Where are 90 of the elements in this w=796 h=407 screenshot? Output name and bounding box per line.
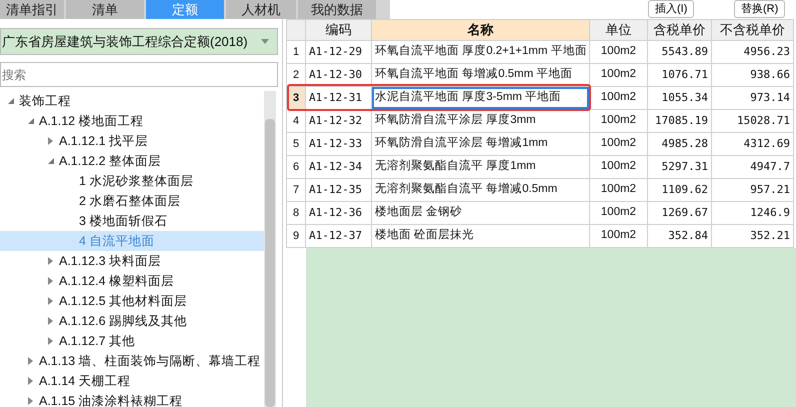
tree-item[interactable]: 1 水泥砂浆整体面层	[79, 172, 194, 190]
table-cell: 100m2	[590, 132, 648, 156]
row-number[interactable]: 7	[286, 178, 306, 202]
caret-right-icon[interactable]	[26, 357, 34, 365]
column-header[interactable]: 含税单价	[648, 20, 712, 40]
table-cell: 938.66	[712, 64, 794, 86]
scrollbar[interactable]	[264, 91, 276, 407]
table-cell: 957.21	[712, 178, 794, 202]
column-header[interactable]: 不含税单价	[712, 20, 794, 40]
table-cell: 4956.23	[712, 40, 794, 64]
caret-right-icon[interactable]	[46, 337, 54, 345]
column-header[interactable]: 名称	[372, 20, 590, 40]
table-cell: 4312.69	[712, 132, 794, 156]
table-cell: 5297.31	[648, 156, 712, 178]
caret-right-icon[interactable]	[46, 137, 54, 145]
table-cell: 100m2	[590, 202, 648, 224]
table-cell: 1246.9	[712, 202, 794, 224]
dropdown-caret-icon	[261, 39, 269, 44]
row-number[interactable]: 6	[286, 156, 306, 178]
row-number[interactable]: 1	[286, 40, 306, 64]
table-cell: A1-12-29	[306, 40, 372, 64]
caret-right-icon[interactable]	[46, 277, 54, 285]
table-cell: 环氧防滑自流平涂层 厚度3mm	[372, 110, 590, 132]
search-field[interactable]: 搜索	[0, 62, 278, 87]
caret-right-icon[interactable]	[26, 397, 34, 405]
row-number[interactable]: 8	[286, 202, 306, 224]
tree-item[interactable]: A.1.12.5 其他材料面层	[59, 292, 188, 310]
column-header[interactable]: 单位	[590, 20, 648, 40]
table-cell: 无溶剂聚氨酯自流平 厚度1mm	[372, 156, 590, 178]
table-cell: 15028.71	[712, 110, 794, 132]
tree-item[interactable]: A.1.12 楼地面工程	[39, 112, 144, 130]
caret-down-icon[interactable]	[6, 97, 14, 105]
replace-button[interactable]: 替换(R)	[734, 0, 786, 18]
tree-item[interactable]: A.1.14 天棚工程	[39, 372, 131, 390]
table-cell: A1-12-36	[306, 202, 372, 224]
scrollbar-thumb[interactable]	[265, 119, 275, 407]
caret-right-icon[interactable]	[46, 297, 54, 305]
caret-down-icon[interactable]	[46, 157, 54, 165]
table-cell: 4985.28	[648, 132, 712, 156]
table-cell: 1055.34	[648, 86, 712, 110]
tab[interactable]: 清单	[66, 0, 144, 19]
tree-item[interactable]: A.1.15 油漆涂料裱糊工程	[39, 392, 183, 407]
tab[interactable]: 我的数据	[298, 0, 376, 19]
tree-item[interactable]: A.1.12.1 找平层	[59, 132, 148, 150]
tree-item[interactable]: 3 楼地面斩假石	[79, 212, 168, 230]
table-cell: 100m2	[590, 110, 648, 132]
library-name: 广东省房屋建筑与装饰工程综合定额(2018)	[2, 32, 249, 51]
table-cell: 环氧自流平地面 每增减0.5mm 平地面	[372, 64, 590, 86]
table-cell: A1-12-30	[306, 64, 372, 86]
table-cell: 水泥自流平地面 厚度3-5mm 平地面	[372, 86, 590, 110]
tab[interactable]: 人材机	[226, 0, 296, 19]
table-cell: A1-12-34	[306, 156, 372, 178]
table-cell: 17085.19	[648, 110, 712, 132]
table-cell: 100m2	[590, 86, 648, 110]
tree-item[interactable]: A.1.12.2 整体面层	[59, 152, 162, 170]
table-cell: 4947.7	[712, 156, 794, 178]
insert-button[interactable]: 插入(I)	[648, 0, 694, 18]
table-cell: 1076.71	[648, 64, 712, 86]
table-cell: 973.14	[712, 86, 794, 110]
row-number[interactable]: 9	[286, 224, 306, 248]
row-number[interactable]: 4	[286, 110, 306, 132]
tab[interactable]: 清单指引	[0, 0, 64, 19]
caret-right-icon[interactable]	[46, 317, 54, 325]
caret-right-icon[interactable]	[26, 377, 34, 385]
tree-item[interactable]: 装饰工程	[19, 92, 71, 110]
column-header[interactable]: 编码	[306, 20, 372, 40]
tree-item[interactable]: A.1.13 墙、柱面装饰与隔断、幕墙工程	[39, 352, 261, 370]
caret-right-icon[interactable]	[46, 257, 54, 265]
table-cell: 楼地面层 金钢砂	[372, 202, 590, 224]
table-cell: 100m2	[590, 178, 648, 202]
table-cell: 1109.62	[648, 178, 712, 202]
tree-item[interactable]: 2 水磨石整体面层	[79, 192, 180, 210]
table-cell: A1-12-33	[306, 132, 372, 156]
caret-down-icon[interactable]	[26, 117, 34, 125]
table-cell: 5543.89	[648, 40, 712, 64]
tree-item[interactable]: A.1.12.7 其他	[59, 332, 136, 350]
tree-item[interactable]: A.1.12.3 块料面层	[59, 252, 162, 270]
table-cell: A1-12-35	[306, 178, 372, 202]
library-dropdown[interactable]: 广东省房屋建筑与装饰工程综合定额(2018)	[0, 28, 278, 55]
table-cell: 100m2	[590, 40, 648, 64]
tree-item[interactable]: A.1.12.6 踢脚线及其他	[59, 312, 188, 330]
table-cell: 1269.67	[648, 202, 712, 224]
row-number[interactable]: 5	[286, 132, 306, 156]
table-cell: 100m2	[590, 156, 648, 178]
table-cell: 100m2	[590, 64, 648, 86]
table-cell: 环氧自流平地面 厚度0.2+1+1mm 平地面	[372, 40, 590, 64]
tree-item[interactable]: A.1.12.4 橡塑料面层	[59, 272, 174, 290]
table-cell: 无溶剂聚氨酯自流平 每增减0.5mm	[372, 178, 590, 202]
table-cell: A1-12-32	[306, 110, 372, 132]
table-cell: 环氧防滑自流平涂层 每增减1mm	[372, 132, 590, 156]
